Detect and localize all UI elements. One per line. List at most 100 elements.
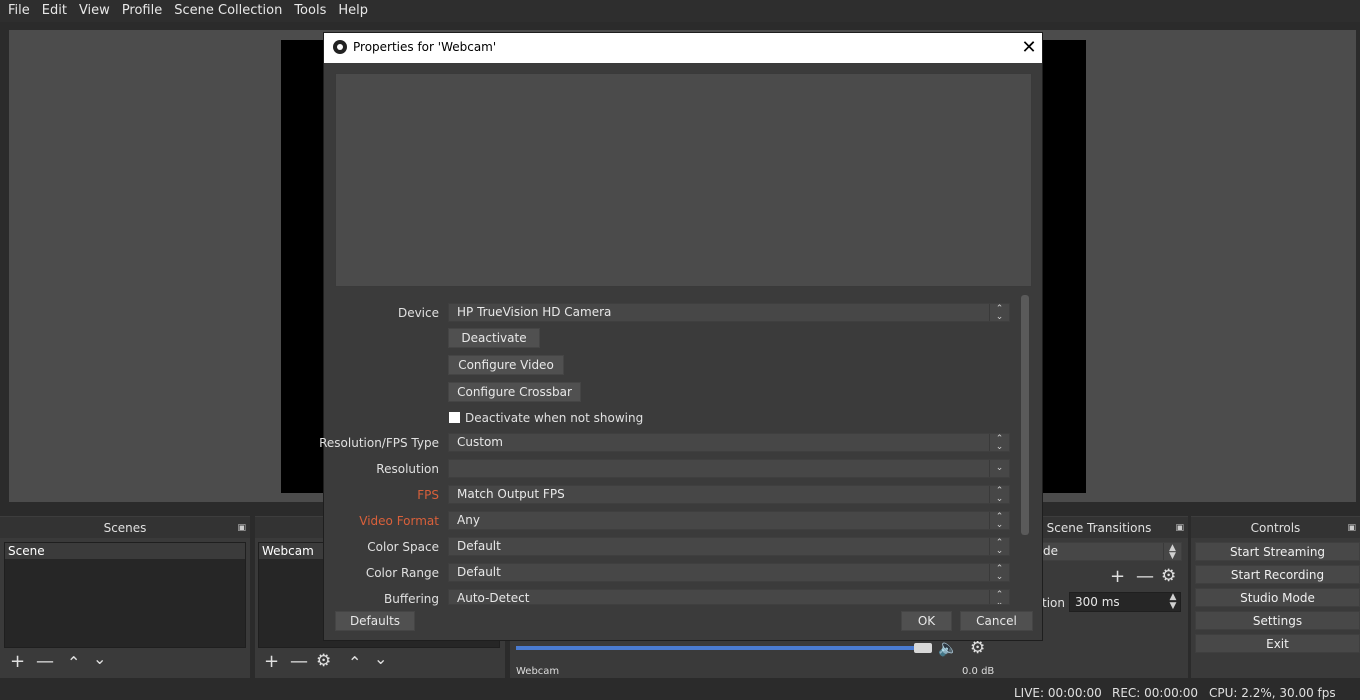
- float-dock-icon[interactable]: ▣: [237, 517, 246, 539]
- fps-label: FPS: [417, 488, 439, 502]
- scenes-dock: Scene + — ⌃ ⌄: [0, 538, 250, 678]
- menu-edit[interactable]: Edit: [36, 0, 73, 22]
- fps-select[interactable]: Match Output FPS ⌃ ⌄: [448, 485, 1010, 504]
- source-preview: [335, 73, 1032, 287]
- cpu-status: CPU: 2.2%, 30.00 fps: [1209, 686, 1336, 700]
- transition-select[interactable]: de ▲ ▼: [1038, 542, 1182, 561]
- menu-view[interactable]: View: [73, 0, 116, 22]
- dialog-titlebar[interactable]: Properties for 'Webcam' ✕: [324, 33, 1042, 63]
- scrollbar-thumb[interactable]: [1021, 295, 1029, 535]
- res-fps-type-label: Resolution/FPS Type: [319, 436, 439, 450]
- menu-file[interactable]: File: [2, 0, 36, 22]
- obs-logo-icon: [333, 40, 347, 54]
- spinner-arrows-icon: ⌃ ⌄: [989, 304, 1009, 322]
- menu-help[interactable]: Help: [332, 0, 374, 22]
- resolution-label: Resolution: [376, 462, 439, 476]
- color-space-label: Color Space: [367, 540, 439, 554]
- spinner-arrows-icon[interactable]: ▲ ▼: [1166, 593, 1180, 611]
- spinner-arrows-icon: ⌃ ⌄: [989, 564, 1009, 582]
- move-down-icon[interactable]: ⌄: [93, 650, 106, 668]
- deactivate-when-not-showing-checkbox[interactable]: [449, 412, 460, 423]
- transitions-title: Scene Transitions: [1046, 521, 1152, 535]
- video-format-label: Video Format: [359, 514, 439, 528]
- menu-bar: File Edit View Profile Scene Collection …: [0, 0, 1360, 22]
- remove-icon[interactable]: —: [290, 653, 308, 671]
- spinner-arrows-icon: ⌃ ⌄: [989, 512, 1009, 530]
- move-down-icon[interactable]: ⌄: [374, 650, 387, 668]
- spinner-arrows-icon: ⌃ ⌄: [989, 590, 1009, 604]
- buffering-value: Auto-Detect: [457, 591, 530, 605]
- list-item[interactable]: Scene: [5, 543, 245, 559]
- deactivate-when-not-showing-label: Deactivate when not showing: [465, 411, 644, 425]
- start-recording-button[interactable]: Start Recording: [1195, 565, 1360, 584]
- menu-profile[interactable]: Profile: [116, 0, 168, 22]
- color-space-value: Default: [457, 539, 501, 553]
- menu-tools[interactable]: Tools: [288, 0, 332, 22]
- configure-crossbar-button[interactable]: Configure Crossbar: [448, 382, 581, 402]
- controls-title: Controls: [1250, 521, 1301, 535]
- spinner-arrows-icon: ⌃ ⌄: [989, 538, 1009, 556]
- controls-dock-title: Controls ▣: [1191, 516, 1360, 538]
- volume-slider-handle[interactable]: [914, 643, 932, 653]
- video-format-value: Any: [457, 513, 480, 527]
- live-status: LIVE: 00:00:00: [1014, 686, 1102, 700]
- gear-icon[interactable]: ⚙: [1161, 567, 1176, 585]
- configure-video-button[interactable]: Configure Video: [448, 355, 564, 375]
- color-range-value: Default: [457, 565, 501, 579]
- chevron-down-icon: ⌄: [989, 460, 1009, 477]
- speaker-icon[interactable]: 🔈: [938, 639, 958, 657]
- defaults-button[interactable]: Defaults: [335, 611, 415, 631]
- mixer-level: 0.0 dB: [962, 666, 995, 677]
- cancel-button[interactable]: Cancel: [960, 611, 1033, 631]
- close-icon[interactable]: ✕: [1018, 37, 1040, 59]
- add-icon[interactable]: +: [10, 653, 25, 671]
- device-select[interactable]: HP TrueVision HD Camera ⌃ ⌄: [448, 303, 1010, 322]
- transition-value: de: [1043, 544, 1058, 558]
- fps-value: Match Output FPS: [457, 487, 565, 501]
- add-icon[interactable]: +: [1110, 568, 1125, 586]
- device-value: HP TrueVision HD Camera: [457, 305, 612, 319]
- device-label: Device: [397, 306, 439, 320]
- duration-label: tion: [1042, 596, 1065, 610]
- color-range-label: Color Range: [365, 566, 439, 580]
- video-format-select[interactable]: Any ⌃ ⌄: [448, 511, 1010, 530]
- start-streaming-button[interactable]: Start Streaming: [1195, 542, 1360, 561]
- remove-icon[interactable]: —: [36, 653, 54, 671]
- scenes-dock-title: Scenes ▣: [0, 516, 250, 538]
- float-dock-icon[interactable]: ▣: [1175, 517, 1184, 539]
- remove-icon[interactable]: —: [1136, 568, 1154, 586]
- spinner-arrows-icon[interactable]: ▲ ▼: [1163, 543, 1181, 561]
- move-up-icon[interactable]: ⌃: [348, 654, 361, 672]
- ok-button[interactable]: OK: [901, 611, 952, 631]
- dialog-title: Properties for 'Webcam': [353, 40, 497, 54]
- color-range-select[interactable]: Default ⌃ ⌄: [448, 563, 1010, 582]
- rec-status: REC: 00:00:00: [1112, 686, 1199, 700]
- properties-scrollbar[interactable]: [1021, 295, 1029, 535]
- duration-input[interactable]: 300 ms ▲ ▼: [1069, 592, 1181, 612]
- buffering-select[interactable]: Auto-Detect ⌃ ⌄: [448, 589, 1010, 605]
- status-bar: LIVE: 00:00:00 REC: 00:00:00 CPU: 2.2%, …: [0, 684, 1360, 700]
- mixer-source-name: Webcam: [516, 666, 560, 677]
- res-fps-type-select[interactable]: Custom ⌃ ⌄: [448, 433, 1010, 452]
- resolution-select[interactable]: ⌄: [448, 459, 1010, 478]
- gear-icon[interactable]: ⚙: [970, 639, 985, 657]
- exit-button[interactable]: Exit: [1195, 634, 1360, 653]
- add-icon[interactable]: +: [264, 653, 279, 671]
- float-dock-icon[interactable]: ▣: [1347, 517, 1356, 539]
- studio-mode-button[interactable]: Studio Mode: [1195, 588, 1360, 607]
- duration-value: 300 ms: [1075, 595, 1120, 609]
- menu-scene-collection[interactable]: Scene Collection: [168, 0, 288, 22]
- properties-dialog: Properties for 'Webcam' ✕ Device HP True…: [319, 32, 1043, 641]
- gear-icon[interactable]: ⚙: [316, 652, 331, 670]
- scenes-title: Scenes: [103, 521, 147, 535]
- buffering-label: Buffering: [384, 592, 439, 606]
- volume-slider-track[interactable]: [516, 646, 926, 650]
- settings-button[interactable]: Settings: [1195, 611, 1360, 630]
- spinner-arrows-icon: ⌃ ⌄: [989, 486, 1009, 504]
- deactivate-button[interactable]: Deactivate: [448, 328, 540, 348]
- color-space-select[interactable]: Default ⌃ ⌄: [448, 537, 1010, 556]
- scenes-list[interactable]: Scene: [4, 542, 246, 648]
- res-fps-type-value: Custom: [457, 435, 503, 449]
- spinner-arrows-icon: ⌃ ⌄: [989, 434, 1009, 452]
- move-up-icon[interactable]: ⌃: [67, 654, 80, 672]
